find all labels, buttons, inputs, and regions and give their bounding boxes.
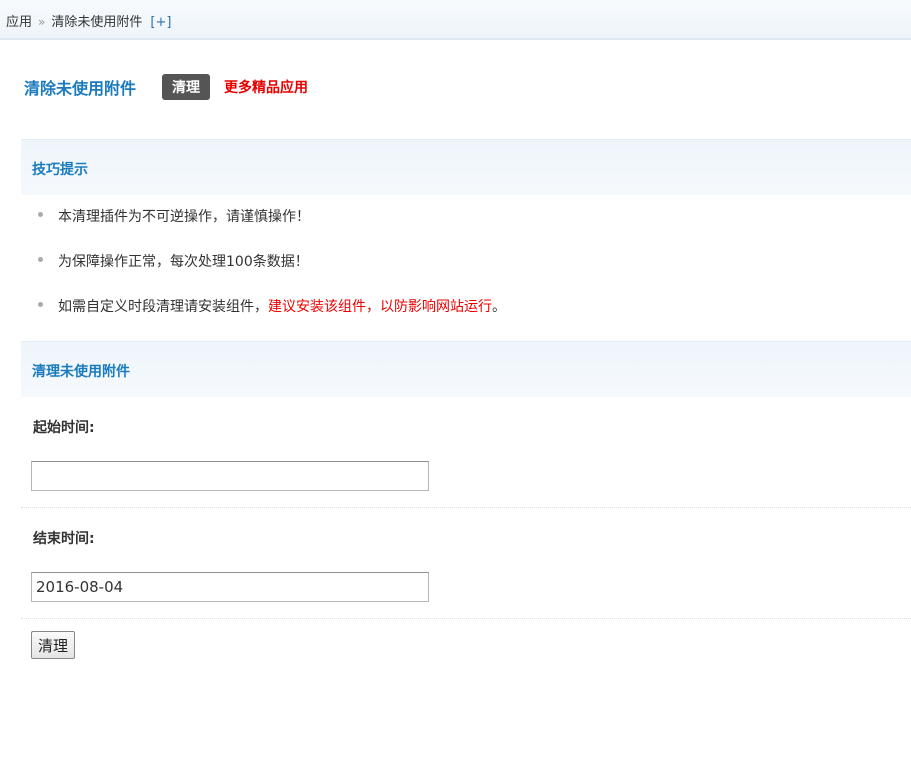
title-row: 清除未使用附件 清理 更多精品应用 [24,74,308,100]
tip-item: 为保障操作正常，每次处理100条数据！ [38,251,506,296]
tip-text: 本清理插件为不可逆操作，请谨慎操作！ [58,209,310,225]
tip-item: 本清理插件为不可逆操作，请谨慎操作！ [38,206,506,251]
tip-text: 为保障操作正常，每次处理100条数据！ [58,254,309,270]
tab-clean[interactable]: 清理 [162,74,211,100]
divider [21,618,911,619]
tip-item: 如需自定义时段清理请安装组件，建议安装该组件，以防影响网站运行。 [38,296,506,341]
top-bar: 应用 » 清除未使用附件 [+] [0,0,911,40]
breadcrumb-root[interactable]: 应用 [6,15,32,30]
tips-section-header: 技巧提示 [21,139,911,195]
breadcrumb-separator: » [38,15,46,29]
add-shortcut-button[interactable]: [+] [150,15,171,30]
start-time-input[interactable] [31,461,429,491]
tip-suffix: 。 [492,299,506,315]
start-time-label: 起始时间: [33,420,95,436]
breadcrumb-current: 清除未使用附件 [51,15,143,30]
end-time-label: 结束时间: [33,531,95,547]
bullet-icon [38,257,43,262]
bullet-icon [38,302,43,307]
page-title: 清除未使用附件 [24,79,137,98]
divider [21,507,911,508]
more-apps-link[interactable]: 更多精品应用 [224,77,308,97]
tips-title: 技巧提示 [32,162,88,178]
tip-text: 如需自定义时段清理请安装组件， [58,299,268,315]
clean-submit-button[interactable]: 清理 [31,631,76,659]
form-title: 清理未使用附件 [32,364,130,380]
tip-warning-text: 建议安装该组件，以防影响网站运行 [268,299,492,315]
tips-list: 本清理插件为不可逆操作，请谨慎操作！ 为保障操作正常，每次处理100条数据！ 如… [38,206,506,341]
end-time-input[interactable] [31,572,429,602]
bullet-icon [38,212,43,217]
breadcrumb: 应用 » 清除未使用附件 [+] [6,11,171,30]
form-section-header: 清理未使用附件 [21,341,911,397]
